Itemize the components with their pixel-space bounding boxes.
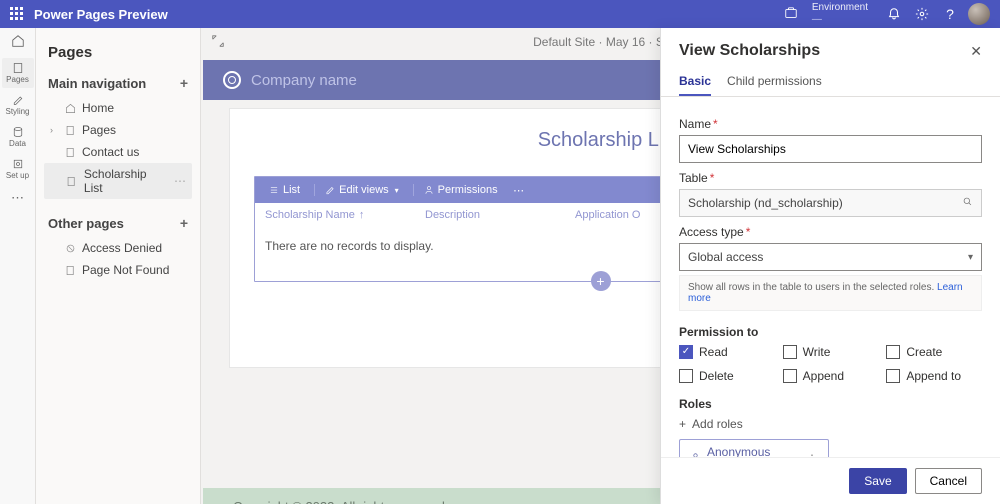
page-icon: [64, 124, 76, 136]
tab-child[interactable]: Child permissions: [727, 68, 822, 96]
page-icon: [64, 264, 76, 276]
environment-value: —: [812, 14, 868, 26]
help-icon[interactable]: ?: [938, 2, 962, 26]
other-pages-heading: Other pages+: [48, 215, 188, 231]
permissions-panel: View Scholarships ✕ Basic Child permissi…: [660, 28, 1000, 504]
checkbox-icon: [783, 369, 797, 383]
page-icon: [66, 175, 78, 187]
perm-read[interactable]: Read: [679, 345, 775, 359]
table-label: Table*: [679, 171, 982, 185]
page-icon: [64, 146, 76, 158]
checkbox-icon: [679, 345, 693, 359]
chevron-down-icon: ▾: [968, 252, 973, 263]
settings-icon[interactable]: [910, 2, 934, 26]
nav-item-pages[interactable]: ›Pages: [44, 119, 192, 141]
access-hint: Show all rows in the table to users in t…: [679, 275, 982, 311]
checkbox-icon: [679, 369, 693, 383]
save-button[interactable]: Save: [849, 468, 906, 494]
role-anonymous[interactable]: Anonymous Users⋮: [679, 439, 829, 457]
home-small-icon: [64, 102, 76, 114]
col-description[interactable]: Description: [425, 209, 575, 221]
nav-item-access-denied[interactable]: Access Denied: [44, 237, 192, 259]
search-icon: [962, 196, 973, 210]
permission-to-label: Permission to: [679, 325, 982, 339]
environment-icon: [784, 6, 798, 23]
site-logo-icon: [223, 71, 241, 89]
chevron-down-icon: ▾: [395, 186, 399, 195]
nav-item-scholarship[interactable]: Scholarship List⋯: [44, 163, 192, 199]
item-more-icon[interactable]: ⋯: [174, 174, 186, 188]
checkbox-icon: [886, 345, 900, 359]
pages-heading: Pages: [48, 44, 188, 61]
perm-appendto[interactable]: Append to: [886, 369, 982, 383]
plus-icon: +: [679, 417, 686, 431]
cancel-button[interactable]: Cancel: [915, 468, 982, 494]
app-launcher-icon[interactable]: [10, 7, 24, 21]
rail-styling[interactable]: Styling: [2, 90, 34, 120]
add-roles-button[interactable]: +Add roles: [679, 417, 982, 431]
list-more-icon[interactable]: ⋯: [510, 184, 528, 197]
col-scholarship-name[interactable]: Scholarship Name↑: [265, 209, 425, 221]
home-icon[interactable]: [11, 34, 25, 52]
add-other-page-icon[interactable]: +: [180, 215, 188, 231]
site-brand[interactable]: Company name: [251, 72, 357, 89]
canvas: Default Site · May 16 · Saved Company na…: [201, 28, 1000, 504]
panel-tabs: Basic Child permissions: [661, 68, 1000, 97]
nav-item-not-found[interactable]: Page Not Found: [44, 259, 192, 281]
app-title: Power Pages Preview: [34, 7, 168, 22]
add-page-icon[interactable]: +: [180, 75, 188, 91]
access-type-select[interactable]: Global access▾: [679, 243, 982, 271]
list-btn-permissions[interactable]: Permissions: [413, 184, 504, 196]
nav-item-contact[interactable]: Contact us: [44, 141, 192, 163]
environment-label: Environment: [812, 2, 868, 14]
pages-panel: Pages Main navigation+ Home ›Pages Conta…: [36, 28, 201, 504]
deny-icon: [64, 242, 76, 254]
perm-write[interactable]: Write: [783, 345, 879, 359]
chevron-right-icon: ›: [50, 125, 58, 135]
checkbox-icon: [783, 345, 797, 359]
sort-asc-icon: ↑: [359, 209, 365, 221]
list-btn-list[interactable]: List: [263, 184, 306, 196]
environment-picker[interactable]: Environment —: [812, 2, 868, 26]
perm-create[interactable]: Create: [886, 345, 982, 359]
name-label: Name*: [679, 117, 982, 131]
name-input[interactable]: [679, 135, 982, 163]
rail-data[interactable]: Data: [2, 122, 34, 152]
rail-more-icon[interactable]: ⋯: [11, 190, 24, 206]
panel-title: View Scholarships: [679, 42, 820, 60]
main-nav-heading: Main navigation+: [48, 75, 188, 91]
tab-basic[interactable]: Basic: [679, 68, 711, 96]
perm-delete[interactable]: Delete: [679, 369, 775, 383]
rail-pages[interactable]: Pages: [2, 58, 34, 88]
list-btn-edit-views[interactable]: Edit views▾: [314, 184, 405, 196]
rail-setup[interactable]: Set up: [2, 154, 34, 184]
titlebar: Power Pages Preview Environment — ?: [0, 0, 1000, 28]
roles-label: Roles: [679, 397, 982, 411]
close-icon[interactable]: ✕: [970, 43, 982, 60]
access-label: Access type*: [679, 225, 982, 239]
table-select[interactable]: Scholarship (nd_scholarship): [679, 189, 982, 217]
perm-append[interactable]: Append: [783, 369, 879, 383]
add-row-button[interactable]: +: [591, 271, 611, 291]
expand-icon[interactable]: [211, 34, 225, 51]
nav-item-home[interactable]: Home: [44, 97, 192, 119]
checkbox-icon: [886, 369, 900, 383]
nav-rail: Pages Styling Data Set up ⋯: [0, 28, 36, 504]
col-application[interactable]: Application O: [575, 209, 640, 221]
notifications-icon[interactable]: [882, 2, 906, 26]
user-avatar[interactable]: [968, 3, 990, 25]
